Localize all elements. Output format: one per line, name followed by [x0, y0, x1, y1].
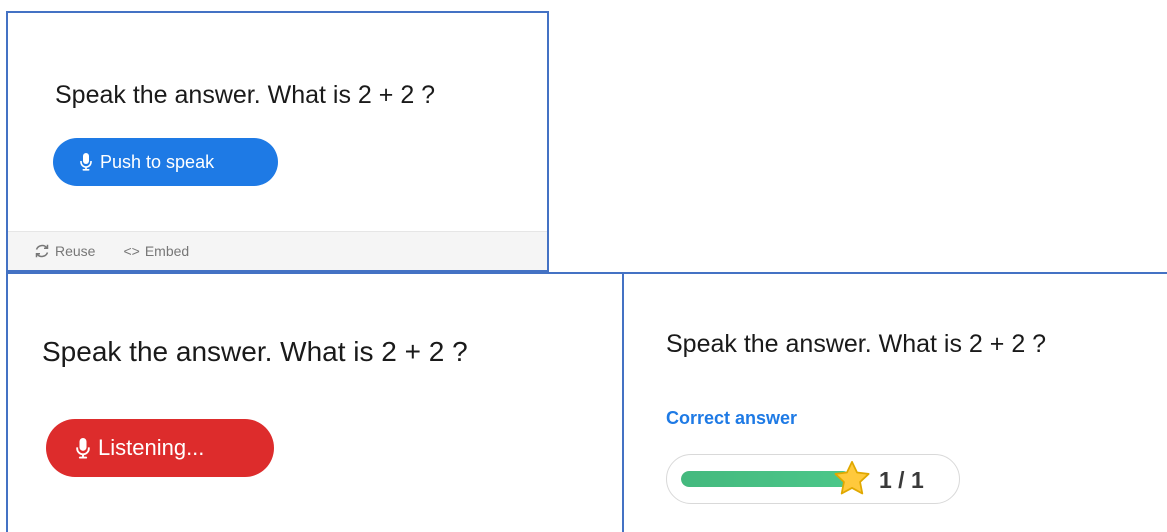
- question-text: Speak the answer. What is 2 + 2 ?: [666, 330, 1047, 358]
- push-to-speak-label: Push to speak: [100, 151, 215, 172]
- question-text: Speak the answer. What is 2 + 2 ?: [55, 81, 436, 109]
- score-value: 1 / 1: [879, 467, 924, 493]
- listening-button[interactable]: Listening...: [46, 419, 274, 477]
- score-progress-bar: [681, 471, 851, 487]
- correct-answer-label: Correct answer: [666, 408, 798, 428]
- speak-question-panel-idle: Speak the answer. What is 2 + 2 ? Push t…: [6, 11, 549, 272]
- microphone-icon: [80, 153, 92, 171]
- speak-question-panel-result: Speak the answer. What is 2 + 2 ? Correc…: [622, 272, 1167, 532]
- score-indicator: 1 / 1: [666, 454, 960, 504]
- footer-toolbar: Reuse <> Embed: [8, 231, 547, 270]
- question-text: Speak the answer. What is 2 + 2 ?: [42, 336, 468, 367]
- embed-label: Embed: [144, 243, 190, 259]
- embed-link[interactable]: <> Embed: [123, 243, 189, 259]
- reuse-link[interactable]: Reuse: [34, 243, 95, 259]
- star-icon: [831, 458, 873, 500]
- listening-label: Listening...: [98, 435, 205, 460]
- push-to-speak-button[interactable]: Push to speak: [53, 138, 278, 186]
- reuse-label: Reuse: [55, 243, 96, 259]
- microphone-icon: [76, 437, 90, 459]
- refresh-icon: [34, 243, 50, 259]
- code-icon: <>: [123, 243, 140, 259]
- speak-question-panel-listening: Speak the answer. What is 2 + 2 ? Listen…: [6, 272, 624, 532]
- score-progress-fill: [681, 471, 851, 487]
